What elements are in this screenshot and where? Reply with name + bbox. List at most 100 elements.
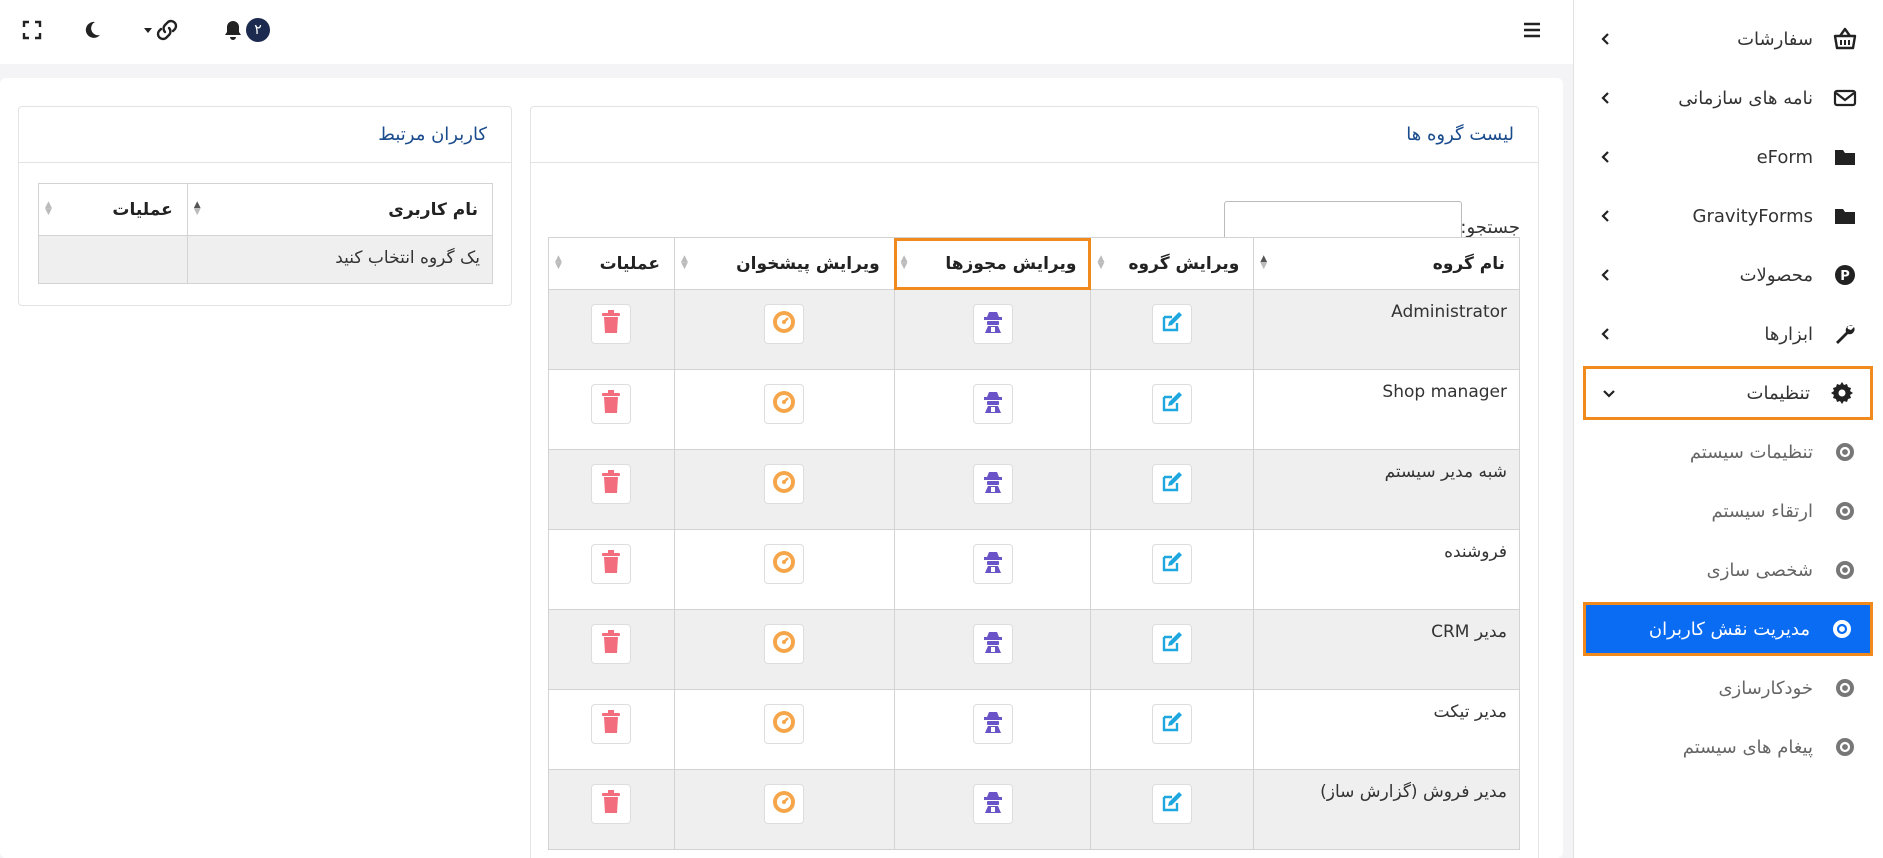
main-content: لیست گروه ها جستجو: نام گروه ▲ ▼ ویرایش گر…	[0, 78, 1563, 858]
edit-group-button[interactable]	[1152, 544, 1193, 584]
fullscreen-icon[interactable]	[22, 16, 42, 44]
edit-permissions-button[interactable]	[972, 704, 1013, 744]
sidebar-subitem-6[interactable]: پیغام های سیستم	[1583, 720, 1873, 774]
sidebar-subitem-5[interactable]: خودکارسازی	[1583, 661, 1873, 715]
chevron-left-icon	[1597, 207, 1615, 225]
delete-group-button[interactable]	[591, 784, 632, 824]
edit-group-button[interactable]	[1152, 624, 1193, 664]
circle-icon	[1831, 438, 1859, 466]
operations-cell	[548, 689, 675, 770]
sidebar-item-label: سفارشات	[1737, 28, 1813, 50]
edit-group-button[interactable]	[1152, 304, 1193, 344]
product-p-icon: P	[1831, 261, 1859, 289]
operations-cell	[548, 609, 675, 690]
col-username[interactable]: نام کاربری ▲ ▼	[186, 183, 494, 236]
top-bar: ۲	[0, 0, 1573, 64]
dark-mode-moon-icon[interactable]	[82, 16, 102, 44]
sidebar-subitem-1[interactable]: تنظیمات سیستم	[1583, 425, 1873, 479]
edit-dashboard-button[interactable]	[764, 704, 805, 744]
operations-cell	[548, 369, 675, 450]
table-row: مدیر CRM	[548, 609, 1520, 690]
edit-dashboard-button[interactable]	[764, 464, 805, 504]
sidebar-item-2[interactable]: نامه های سازمانی	[1583, 71, 1873, 125]
notification-count-badge: ۲	[246, 18, 270, 42]
col-edit-group[interactable]: ویرایش گروه ▲ ▼	[1090, 237, 1255, 290]
edit-group-button[interactable]	[1152, 704, 1193, 744]
delete-group-button[interactable]	[591, 544, 632, 584]
sidebar-item-5[interactable]: P محصولات	[1583, 248, 1873, 302]
col-edit-dashboard[interactable]: ویرایش پیشخوان ▲ ▼	[673, 237, 895, 290]
table-row: فروشنده	[548, 529, 1520, 610]
edit-dashboard-cell	[673, 369, 895, 450]
delete-group-button[interactable]	[591, 624, 632, 664]
circle-icon	[1831, 733, 1859, 761]
sidebar-subitem-4[interactable]: مدیریت نقش کاربران	[1583, 602, 1873, 656]
empty-cell	[38, 235, 188, 284]
delete-group-button[interactable]	[591, 384, 632, 424]
sidebar-item-label: محصولات	[1739, 264, 1813, 286]
sidebar-item-label: GravityForms	[1692, 205, 1813, 227]
edit-group-cell	[1090, 289, 1255, 370]
sidebar-item-4[interactable]: GravityForms	[1583, 189, 1873, 243]
edit-group-cell	[1090, 689, 1255, 770]
edit-dashboard-cell	[673, 609, 895, 690]
trash-icon	[601, 709, 621, 739]
edit-permissions-cell	[893, 689, 1092, 770]
hamburger-menu-icon[interactable]	[1522, 16, 1542, 44]
col-operations[interactable]: عملیات ▲ ▼	[548, 237, 675, 290]
edit-dashboard-button[interactable]	[764, 544, 805, 584]
sidebar-subitem-2[interactable]: ارتقاء سیستم	[1583, 484, 1873, 538]
table-row: مدیر تیکت	[548, 689, 1520, 770]
links-dropdown[interactable]	[142, 16, 180, 44]
table-row: شبه مدیر سیستم	[548, 449, 1520, 530]
spy-icon	[982, 310, 1004, 339]
col-edit-permissions[interactable]: ویرایش مجوزها ▲ ▼	[893, 237, 1092, 290]
sidebar-item-3[interactable]: eForm	[1583, 130, 1873, 184]
link-icon	[156, 19, 178, 41]
edit-dashboard-button[interactable]	[764, 624, 805, 664]
sidebar-item-1[interactable]: سفارشات	[1583, 12, 1873, 66]
table-row: مدیر فروش (گزارش ساز)	[548, 769, 1520, 850]
chevron-left-icon	[1597, 89, 1615, 107]
edit-group-cell	[1090, 369, 1255, 450]
trash-icon	[601, 549, 621, 579]
folder-icon	[1831, 143, 1859, 171]
edit-icon	[1160, 550, 1184, 579]
sidebar-subitem-3[interactable]: شخصی سازی	[1583, 543, 1873, 597]
edit-permissions-button[interactable]	[972, 544, 1013, 584]
delete-group-button[interactable]	[591, 304, 632, 344]
edit-dashboard-button[interactable]	[764, 784, 805, 824]
edit-permissions-cell	[893, 369, 1092, 450]
edit-permissions-button[interactable]	[972, 304, 1013, 344]
edit-icon	[1160, 310, 1184, 339]
edit-permissions-cell	[893, 289, 1092, 370]
related-users-title: کاربران مرتبط	[19, 107, 511, 163]
operations-cell	[548, 289, 675, 370]
edit-dashboard-button[interactable]	[764, 304, 805, 344]
sidebar-item-7[interactable]: تنظیمات	[1583, 366, 1873, 420]
edit-permissions-button[interactable]	[972, 384, 1013, 424]
edit-group-button[interactable]	[1152, 784, 1193, 824]
notifications-button[interactable]: ۲	[222, 16, 270, 44]
edit-dashboard-button[interactable]	[764, 384, 805, 424]
edit-permissions-button[interactable]	[972, 624, 1013, 664]
sidebar-subitem-label: ارتقاء سیستم	[1711, 500, 1813, 522]
dashboard-gauge-icon	[772, 630, 796, 659]
spy-icon	[982, 710, 1004, 739]
group-name-cell: مدیر تیکت	[1253, 689, 1520, 770]
chevron-left-icon	[1597, 30, 1615, 48]
delete-group-button[interactable]	[591, 704, 632, 744]
search-input[interactable]	[1224, 201, 1462, 241]
edit-permissions-cell	[893, 769, 1092, 850]
edit-permissions-button[interactable]	[972, 784, 1013, 824]
edit-group-button[interactable]	[1152, 464, 1193, 504]
edit-dashboard-cell	[673, 449, 895, 530]
delete-group-button[interactable]	[591, 464, 632, 504]
col-user-operations[interactable]: عملیات ▲ ▼	[38, 183, 188, 236]
col-group-name[interactable]: نام گروه ▲ ▼	[1253, 237, 1520, 290]
sort-icon: ▲ ▼	[1097, 254, 1105, 271]
chevron-left-icon	[1597, 148, 1615, 166]
edit-permissions-button[interactable]	[972, 464, 1013, 504]
sidebar-item-6[interactable]: ابزارها	[1583, 307, 1873, 361]
edit-group-button[interactable]	[1152, 384, 1193, 424]
